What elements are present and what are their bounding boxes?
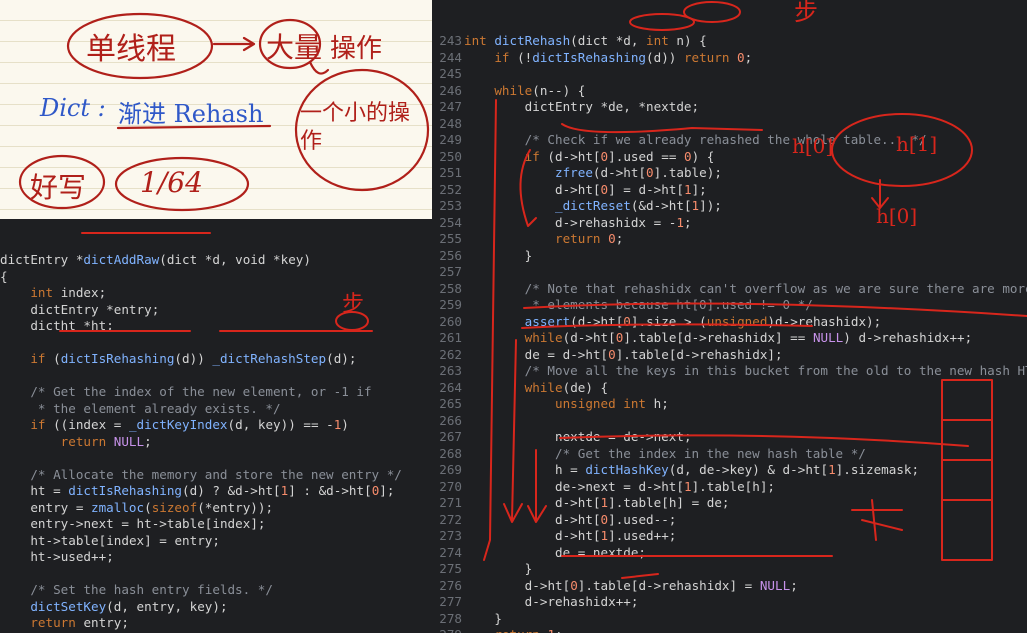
right-annotation-h1: h[1] (896, 132, 938, 156)
right-underline-while (523, 302, 1027, 317)
right-loop-line-1 (483, 99, 497, 561)
left-ink-layer (59, 232, 373, 332)
right-ink-layer (483, 1, 1027, 579)
note-rehash-label: 渐进 Rehash (118, 100, 264, 128)
right-underline-hash (559, 434, 969, 447)
right-chain-drawing (851, 499, 903, 541)
right-inner-arrow (527, 449, 547, 523)
right-loop-arrow (503, 339, 523, 523)
right-bucket-drawing (941, 379, 993, 561)
phrase-arrow (212, 36, 256, 52)
right-bracket-branch (519, 149, 537, 227)
right-underline-check (561, 123, 763, 134)
left-annotation-step: 步 (342, 292, 365, 317)
note-fraction: 1/64 (140, 166, 203, 199)
right-underline-rehashidx (621, 573, 659, 579)
note-phrase1: 单线程 (86, 32, 176, 67)
right-annotation-step: 步 (794, 0, 818, 26)
left-code-editor: dictEntry *dictAddRaw(dict *d, void *key… (0, 219, 432, 633)
right-circle-d (629, 13, 695, 31)
right-annotation-h0: h[0] (792, 134, 834, 158)
right-underline-de (521, 323, 813, 329)
note-pinned: 好写 (30, 171, 87, 204)
note-dict-label: Dict : (40, 94, 106, 122)
note-phrase3: 操作 (330, 34, 383, 64)
right-code-editor: 243 int dictRehash(dict *d, int n) {244 i… (432, 0, 1027, 633)
right-annotation-h0b: h[0] (876, 204, 918, 228)
handwritten-notes-panel: 单线程 大量 操作 Dict : 渐进 Rehash 一个小的操作 好写 1/6… (0, 0, 432, 219)
note-phrase2: 大量 (266, 31, 323, 64)
note-small-op: 一个小的操作 (300, 101, 411, 154)
screenshot-stage: 单线程 大量 操作 Dict : 渐进 Rehash 一个小的操作 好写 1/6… (0, 0, 1027, 633)
